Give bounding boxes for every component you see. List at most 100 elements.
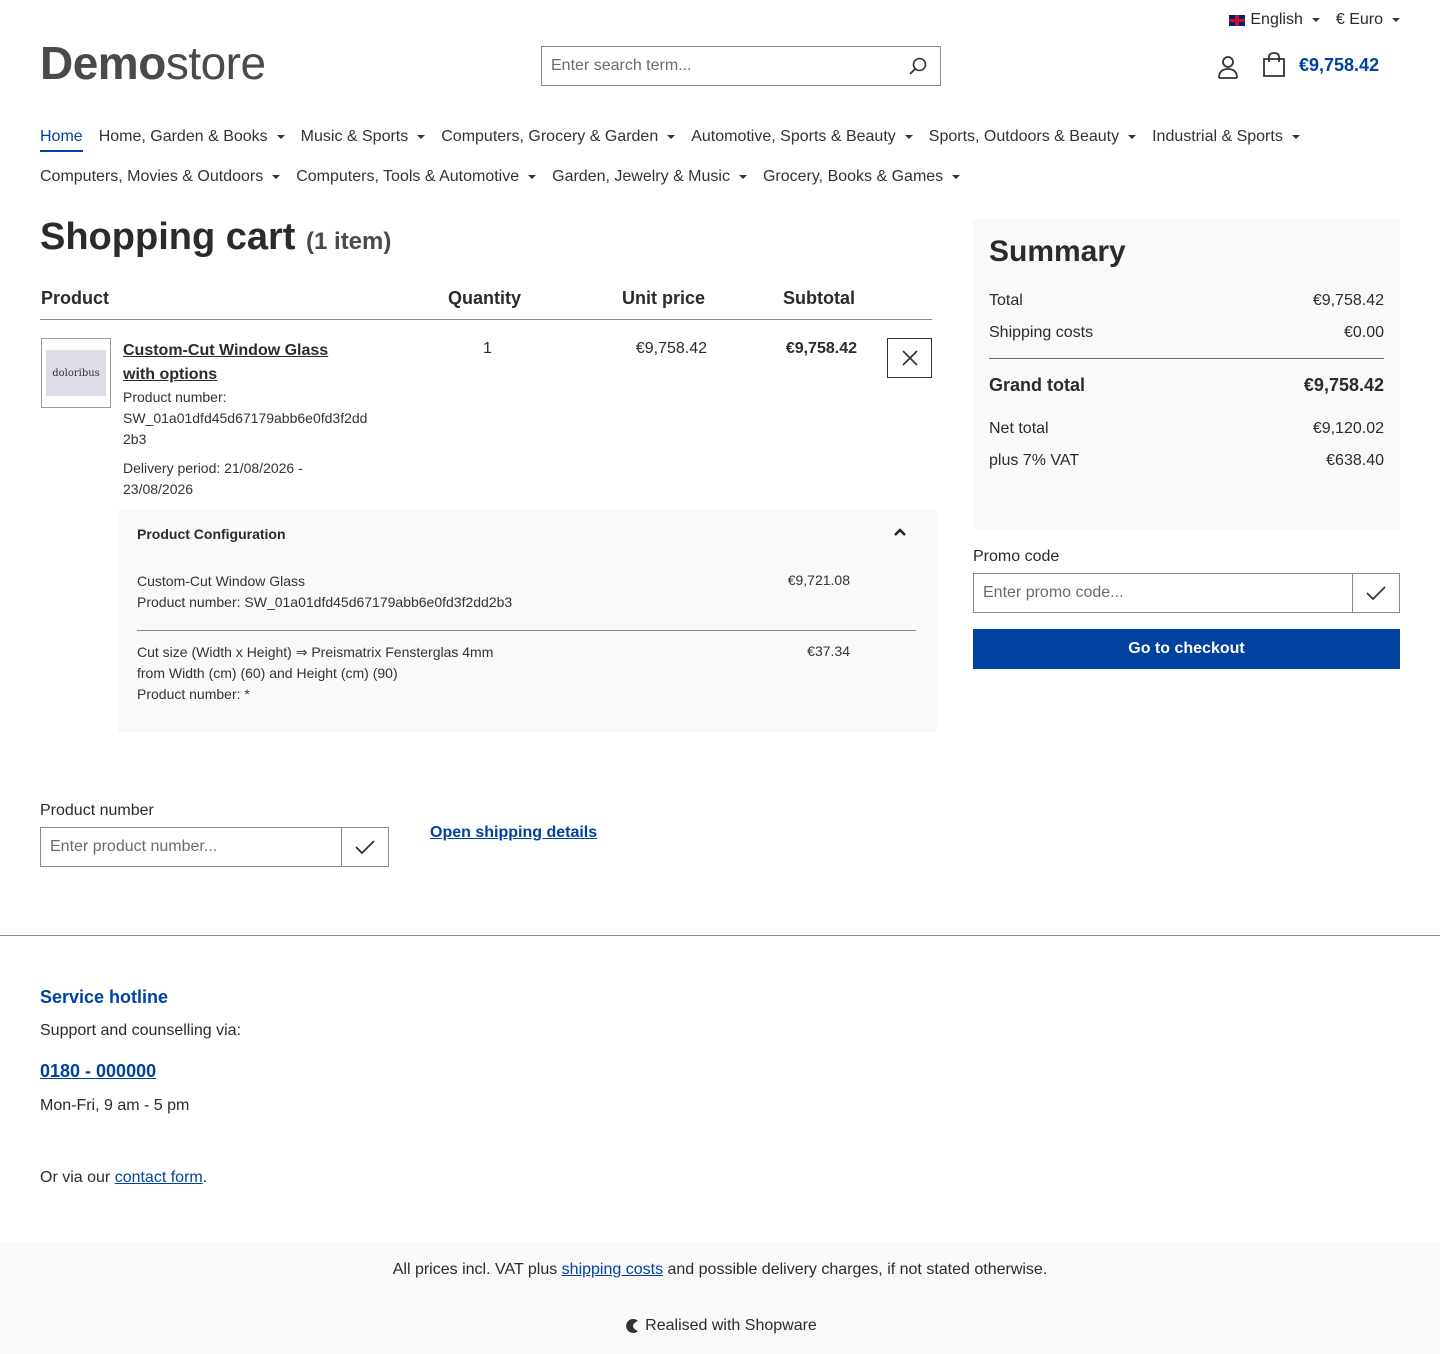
- nav-garden-jewelry-music[interactable]: Garden, Jewelry & Music: [552, 164, 747, 192]
- nav-computers-movies-outdoors[interactable]: Computers, Movies & Outdoors: [40, 164, 281, 192]
- summary-title: Summary: [989, 235, 1126, 268]
- nav-home[interactable]: Home: [40, 124, 83, 152]
- currency-label: € Euro: [1335, 11, 1383, 28]
- nav-industrial-sports[interactable]: Industrial & Sports: [1152, 124, 1300, 152]
- config-line-2-price: €37.34: [807, 643, 850, 659]
- page-title: Shopping cart (1 item): [40, 216, 391, 259]
- vat-pre: All prices incl. VAT plus: [392, 1261, 562, 1278]
- language-selector[interactable]: English: [1229, 10, 1320, 30]
- currency-selector[interactable]: € Euro: [1336, 10, 1400, 30]
- remove-item-button[interactable]: [887, 338, 932, 378]
- summary-vat: plus 7% VAT €638.40: [989, 452, 1384, 470]
- product-number-input[interactable]: [41, 828, 341, 866]
- search-button[interactable]: [896, 47, 940, 85]
- config-line-2: Cut size (Width x Height) ⇒ Preismatrix …: [137, 642, 493, 705]
- promo-code-input[interactable]: [974, 574, 1352, 612]
- cart-table-header: Product Quantity Unit price Subtotal: [40, 286, 932, 320]
- chevron-down-icon: [528, 174, 537, 179]
- promo-code-label: Promo code: [973, 548, 1060, 565]
- cart-button[interactable]: €9,758.42: [1262, 52, 1379, 78]
- contact-post: .: [202, 1169, 208, 1186]
- nav-label: Music & Sports: [300, 128, 409, 145]
- search-input[interactable]: [542, 57, 896, 75]
- summary-divider: [989, 358, 1384, 359]
- config-line-1-price: €9,721.08: [787, 572, 850, 588]
- summary-vat-label: plus 7% VAT: [989, 452, 1080, 469]
- summary-shipping-value: €0.00: [1343, 324, 1384, 341]
- item-subtotal: €9,758.42: [785, 340, 857, 357]
- product-configuration-panel: Product Configuration Custom-Cut Window …: [118, 509, 937, 732]
- summary-net-label: Net total: [989, 420, 1049, 437]
- service-hours: Mon-Fri, 9 am - 5 pm: [40, 1097, 190, 1114]
- nav-automotive-sports-beauty[interactable]: Automotive, Sports & Beauty: [691, 124, 913, 152]
- nav-computers-grocery-garden[interactable]: Computers, Grocery & Garden: [441, 124, 676, 152]
- product-number-value: SW_01a01dfd45d67179abb6e0fd3f2dd2b3: [123, 410, 368, 447]
- nav-grocery-books-games[interactable]: Grocery, Books & Games: [762, 164, 961, 192]
- summary-net-value: €9,120.02: [1312, 420, 1384, 437]
- summary-vat-value: €638.40: [1326, 452, 1384, 469]
- config-title: Product Configuration: [137, 526, 286, 542]
- delivery-period: Delivery period: 21/08/2026 - 23/08/2026: [123, 460, 303, 497]
- nav-home-garden-books[interactable]: Home, Garden & Books: [99, 124, 285, 152]
- shopware-logo-icon: [626, 1319, 639, 1333]
- phone-link[interactable]: 0180 - 000000: [40, 1061, 156, 1082]
- collapse-toggle[interactable]: [890, 523, 910, 543]
- product-name-link[interactable]: Custom-Cut Window Glass with options: [123, 339, 363, 387]
- chevron-down-icon: [738, 174, 747, 179]
- nav-label: Garden, Jewelry & Music: [552, 168, 730, 185]
- uk-flag-icon: [1229, 14, 1246, 26]
- checkmark-icon: [355, 840, 375, 855]
- contact-form-link[interactable]: contact form: [115, 1169, 203, 1186]
- product-number-submit-button[interactable]: [341, 828, 388, 866]
- product-number-label: Product number:: [123, 389, 227, 405]
- nav-computers-tools-automotive[interactable]: Computers, Tools & Automotive: [296, 164, 537, 192]
- shopping-bag-icon: [1263, 52, 1285, 77]
- chevron-down-icon: [1311, 18, 1320, 22]
- config-line-2-detail: from Width (cm) (60) and Height (cm) (90…: [137, 665, 398, 681]
- chevron-down-icon: [1128, 134, 1137, 139]
- realised-with-shopware[interactable]: Realised with Shopware: [0, 1317, 1440, 1335]
- vat-notice: All prices incl. VAT plus shipping costs…: [0, 1261, 1440, 1279]
- open-shipping-details-link[interactable]: Open shipping details: [430, 824, 597, 842]
- nav-label: Home, Garden & Books: [98, 128, 268, 145]
- chevron-down-icon: [276, 134, 285, 139]
- nav-label: Home: [40, 128, 83, 145]
- column-quantity: Quantity: [448, 288, 522, 308]
- logo-bold: Demo: [40, 37, 166, 89]
- cart-title: Shopping cart: [40, 216, 296, 258]
- chevron-down-icon: [1392, 18, 1400, 22]
- column-subtotal: Subtotal: [783, 288, 855, 308]
- promo-submit-button[interactable]: [1352, 574, 1399, 612]
- chevron-down-icon: [1291, 134, 1300, 139]
- product-thumbnail[interactable]: doloribus: [41, 338, 111, 408]
- nav-label: Computers, Movies & Outdoors: [40, 168, 264, 185]
- store-logo[interactable]: Demostore: [40, 38, 266, 88]
- chevron-down-icon: [952, 174, 961, 179]
- nav-sports-outdoors-beauty[interactable]: Sports, Outdoors & Beauty: [929, 124, 1137, 152]
- search-icon: [909, 57, 927, 75]
- nav-music-sports[interactable]: Music & Sports: [301, 124, 426, 152]
- promo-code-form: [973, 573, 1400, 613]
- config-divider: [137, 630, 916, 631]
- nav-label: Automotive, Sports & Beauty: [691, 128, 896, 145]
- config-line-2-number: Product number: *: [137, 686, 250, 702]
- nav-label: Computers, Tools & Automotive: [296, 168, 520, 185]
- chevron-down-icon: [417, 134, 426, 139]
- service-hotline-text: Support and counselling via:: [40, 1022, 242, 1039]
- config-line-1-name: Custom-Cut Window Glass: [137, 573, 306, 589]
- footer-bottom: All prices incl. VAT plus shipping costs…: [0, 1242, 1440, 1354]
- realised-label: Realised with Shopware: [645, 1317, 817, 1334]
- order-summary: Summary Total €9,758.42 Shipping costs €0.…: [973, 219, 1400, 529]
- config-line-1-number: Product number: SW_01a01dfd45d67179abb6e…: [137, 594, 513, 610]
- shipping-costs-link[interactable]: shipping costs: [562, 1261, 663, 1278]
- product-number-form: [40, 827, 389, 867]
- search-bar: [541, 46, 941, 86]
- chevron-down-icon: [272, 174, 281, 179]
- account-button[interactable]: [1215, 54, 1241, 80]
- topbar: English € Euro: [1229, 10, 1400, 30]
- summary-total-label: Total: [989, 292, 1023, 309]
- config-line-2-option: Cut size (Width x Height) ⇒ Preismatrix …: [137, 644, 494, 660]
- summary-total-value: €9,758.42: [1312, 292, 1384, 309]
- go-to-checkout-button[interactable]: Go to checkout: [973, 629, 1400, 669]
- nav-label: Grocery, Books & Games: [762, 168, 944, 185]
